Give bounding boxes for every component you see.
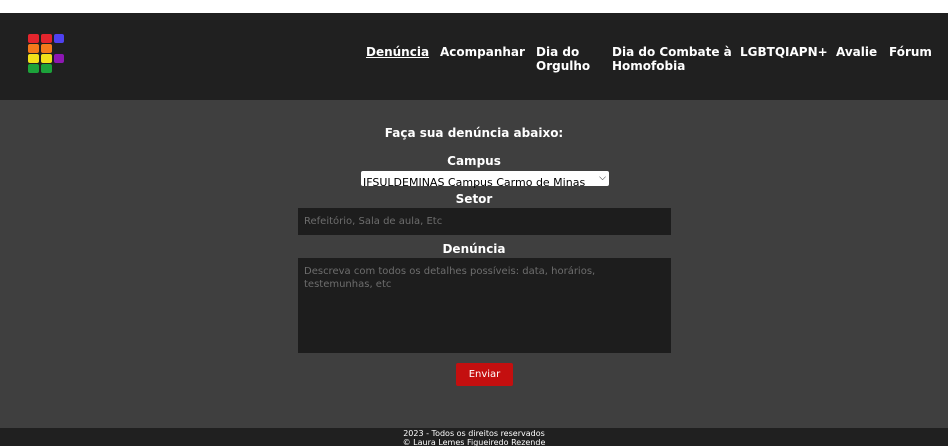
logo-icon[interactable] (28, 34, 66, 74)
top-strip (0, 0, 948, 13)
footer-author: © Laura Lemes Figueiredo Rezende (402, 438, 546, 446)
nav-link-line: Dia do (536, 45, 580, 59)
form-title: Faça sua denúncia abaixo: (384, 126, 564, 140)
site-footer: 2023 - Todos os direitos reservados © La… (0, 428, 948, 446)
campus-select-wrapper[interactable]: IFSULDEMINAS Campus Carmo de Minas ⌵ (361, 171, 609, 190)
nav-link-line: Homofobia (612, 59, 686, 73)
site-header: Denúncia Acompanhar Dia do Orgulho Dia d… (0, 13, 948, 100)
nav-link-acompanhar[interactable]: Acompanhar (440, 45, 525, 59)
logo-square (41, 44, 52, 53)
logo-square (41, 34, 52, 43)
logo-square (28, 54, 39, 63)
logo-square (41, 64, 52, 73)
nav-link-line: Dia do Combate à (612, 45, 732, 59)
report-textarea[interactable] (298, 258, 671, 353)
logo-square (54, 54, 64, 63)
sector-input[interactable] (298, 208, 671, 235)
nav-link-avalie[interactable]: Avalie (836, 45, 877, 59)
submit-button[interactable]: Enviar (456, 363, 513, 386)
report-label: Denúncia (442, 242, 506, 256)
logo-square (41, 54, 52, 63)
campus-select[interactable]: IFSULDEMINAS Campus Carmo de Minas (361, 175, 609, 190)
logo-square (54, 34, 64, 43)
nav-link-dia-combate-homofobia[interactable]: Dia do Combate à Homofobia (612, 45, 732, 73)
nav-link-denuncia[interactable]: Denúncia (366, 45, 429, 59)
footer-copyright: 2023 - Todos os direitos reservados (403, 429, 545, 438)
logo-square (28, 34, 39, 43)
nav-link-lgbtqiapn[interactable]: LGBTQIAPN+ (740, 45, 828, 59)
nav-link-line: Orgulho (536, 59, 591, 73)
campus-label: Campus (447, 154, 501, 168)
nav-link-forum[interactable]: Fórum (889, 45, 932, 59)
logo-square (28, 64, 39, 73)
logo-square (28, 44, 39, 53)
sector-label: Setor (455, 192, 493, 206)
nav-link-dia-do-orgulho[interactable]: Dia do Orgulho (536, 45, 590, 73)
